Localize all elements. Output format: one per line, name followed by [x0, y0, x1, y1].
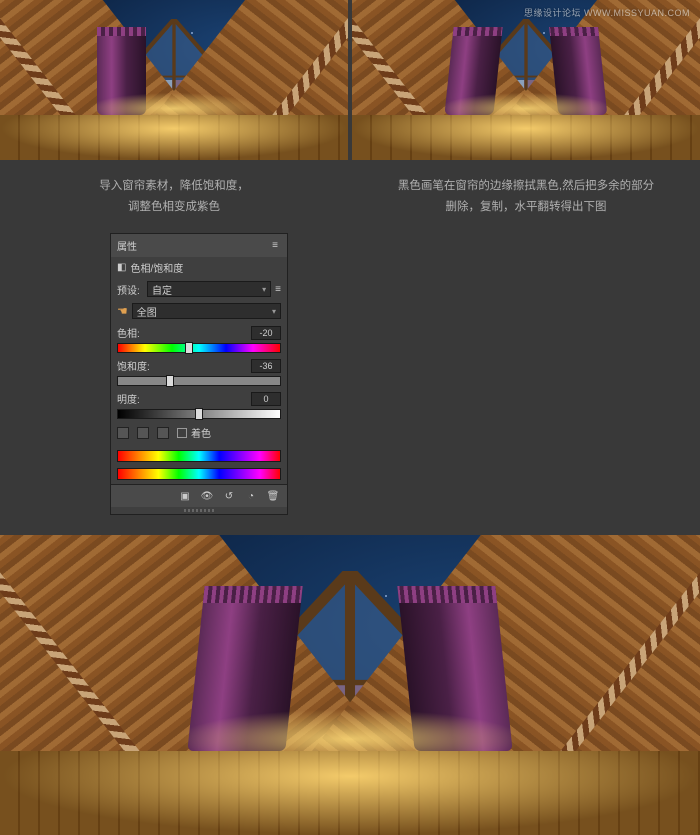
spectrum-before — [117, 450, 281, 462]
bottom-image-wrap — [0, 535, 700, 835]
saturation-label: 饱和度: — [117, 358, 150, 373]
slider-knob[interactable] — [185, 342, 193, 354]
top-image-row — [0, 0, 700, 168]
lightness-row: 明度: 0 — [111, 388, 287, 409]
range-row: ☚ 全图 ▾ — [111, 300, 287, 322]
panel-titlebar: 属性 ≡ — [111, 234, 287, 257]
step-image-right — [352, 0, 700, 160]
slider-knob[interactable] — [166, 375, 174, 387]
eyedropper-subtract-icon[interactable] — [157, 427, 169, 439]
preset-value: 自定 — [152, 282, 172, 297]
panel-footer: ▣ 👁 ↺ ◔ 🗑 — [111, 484, 287, 507]
caption-left-line2: 调整色相变成紫色 — [0, 197, 348, 218]
caption-right: 黑色画笔在窗帘的边缘擦拭黑色,然后把多余的部分 删除，复制，水平翻转得出下图 — [352, 176, 700, 217]
reset-icon[interactable]: ↺ — [221, 489, 237, 503]
spectrum-after — [117, 468, 281, 480]
step-image-left — [0, 0, 348, 160]
preset-row: 预设: 自定 ▾ ≡ — [111, 278, 287, 300]
hue-value[interactable]: -20 — [251, 326, 281, 340]
lightness-value[interactable]: 0 — [251, 392, 281, 406]
saturation-slider[interactable] — [111, 376, 287, 388]
prev-state-icon[interactable]: ◔ — [243, 489, 259, 503]
eyedropper-row: 着色 — [111, 421, 287, 444]
eyedropper-add-icon[interactable] — [137, 427, 149, 439]
lightness-label: 明度: — [117, 391, 140, 406]
chevron-down-icon: ▾ — [272, 307, 276, 316]
chevron-down-icon: ▾ — [262, 285, 266, 294]
preset-label: 预设: — [117, 282, 143, 297]
adjust-icon: ◧ — [117, 262, 126, 273]
watermark-text: 思缘设计论坛 WWW.MISSYUAN.COM — [524, 6, 690, 19]
colorize-option[interactable]: 着色 — [177, 425, 211, 440]
hue-saturation-panel: 属性 ≡ ◧ 色相/饱和度 预设: 自定 ▾ ≡ ☚ 全图 ▾ 色相: -20 — [110, 233, 288, 515]
caption-row: 导入窗帘素材，降低饱和度， 调整色相变成紫色 黑色画笔在窗帘的边缘擦拭黑色,然后… — [0, 168, 700, 233]
caption-left: 导入窗帘素材，降低饱和度， 调整色相变成紫色 — [0, 176, 348, 217]
hue-slider[interactable] — [111, 343, 287, 355]
clip-to-layer-icon[interactable]: ▣ — [177, 489, 193, 503]
properties-panel-wrap: 属性 ≡ ◧ 色相/饱和度 预设: 自定 ▾ ≡ ☚ 全图 ▾ 色相: -20 — [0, 233, 700, 535]
eyedropper-icon[interactable] — [117, 427, 129, 439]
panel-menu-icon[interactable]: ≡ — [269, 240, 281, 252]
panel-tab-label: 属性 — [117, 238, 137, 253]
saturation-row: 饱和度: -36 — [111, 355, 287, 376]
caption-left-line1: 导入窗帘素材，降低饱和度， — [0, 176, 348, 197]
panel-menu-icon[interactable]: ≡ — [275, 284, 281, 295]
result-image — [0, 535, 700, 835]
lightness-slider[interactable] — [111, 409, 287, 421]
trash-icon[interactable]: 🗑 — [265, 489, 281, 503]
colorize-checkbox[interactable] — [177, 428, 187, 438]
range-value: 全图 — [137, 304, 157, 319]
hand-icon[interactable]: ☚ — [117, 304, 128, 318]
eye-icon[interactable]: 👁 — [199, 489, 215, 503]
colorize-label: 着色 — [191, 425, 211, 440]
hue-label: 色相: — [117, 325, 140, 340]
slider-knob[interactable] — [195, 408, 203, 420]
panel-adjustment-title-row: ◧ 色相/饱和度 — [111, 257, 287, 278]
preset-select[interactable]: 自定 ▾ — [147, 281, 271, 297]
range-select[interactable]: 全图 ▾ — [132, 303, 281, 319]
panel-resize-handle[interactable] — [111, 507, 287, 514]
panel-adjustment-title: 色相/饱和度 — [130, 260, 183, 275]
caption-right-line1: 黑色画笔在窗帘的边缘擦拭黑色,然后把多余的部分 — [352, 176, 700, 197]
hue-row: 色相: -20 — [111, 322, 287, 343]
saturation-value[interactable]: -36 — [251, 359, 281, 373]
caption-right-line2: 删除，复制，水平翻转得出下图 — [352, 197, 700, 218]
